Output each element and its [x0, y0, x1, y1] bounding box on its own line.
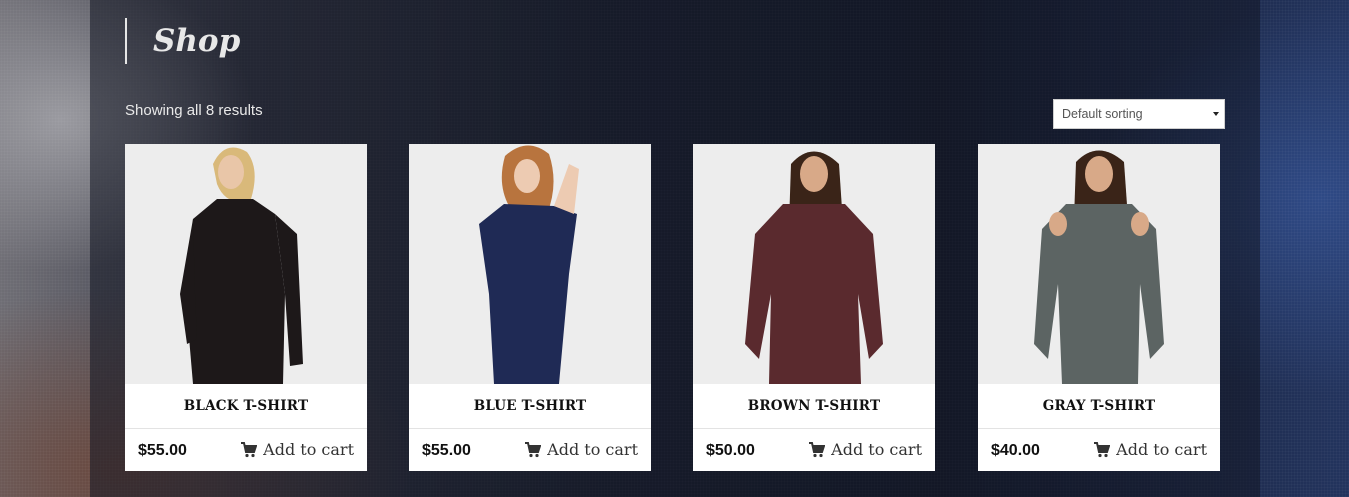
product-card-brown-t-shirt[interactable]: BROWN T-SHIRT $50.00 Add to cart: [693, 144, 935, 471]
product-name[interactable]: BLUE T-SHIRT: [409, 384, 651, 428]
product-price: $55.00: [422, 442, 471, 459]
add-to-cart-label: Add to cart: [547, 440, 638, 459]
add-to-cart-button[interactable]: Add to cart: [1094, 440, 1207, 459]
page-header: Shop: [125, 18, 240, 64]
shopping-cart-icon: [525, 441, 542, 457]
product-card-blue-t-shirt[interactable]: BLUE T-SHIRT $55.00 Add to cart: [409, 144, 651, 471]
page-title: Shop: [153, 23, 241, 59]
add-to-cart-label: Add to cart: [1116, 440, 1207, 459]
garment: [187, 199, 285, 384]
product-price: $50.00: [706, 442, 755, 459]
divider: [409, 428, 651, 429]
product-card-black-t-shirt[interactable]: BLACK T-SHIRT $55.00 Add to cart: [125, 144, 367, 471]
divider: [693, 428, 935, 429]
product-image[interactable]: [978, 144, 1220, 384]
sorting-select[interactable]: Default sorting: [1053, 99, 1225, 129]
product-image[interactable]: [409, 144, 651, 384]
add-to-cart-label: Add to cart: [263, 440, 354, 459]
divider: [978, 428, 1220, 429]
product-image[interactable]: [125, 144, 367, 384]
add-to-cart-label: Add to cart: [831, 440, 922, 459]
results-count: Showing all 8 results: [125, 102, 263, 119]
shopping-cart-icon: [809, 441, 826, 457]
product-name[interactable]: BLACK T-SHIRT: [125, 384, 367, 428]
shopping-cart-icon: [241, 441, 258, 457]
product-name[interactable]: BROWN T-SHIRT: [693, 384, 935, 428]
sorting-select-value: Default sorting: [1062, 107, 1143, 121]
shopping-cart-icon: [1094, 441, 1111, 457]
product-price: $40.00: [991, 442, 1040, 459]
product-price: $55.00: [138, 442, 187, 459]
product-image[interactable]: [693, 144, 935, 384]
add-to-cart-button[interactable]: Add to cart: [809, 440, 922, 459]
divider: [125, 428, 367, 429]
product-name[interactable]: GRAY T-SHIRT: [978, 384, 1220, 428]
add-to-cart-button[interactable]: Add to cart: [525, 440, 638, 459]
chevron-down-icon: [1213, 112, 1219, 116]
add-to-cart-button[interactable]: Add to cart: [241, 440, 354, 459]
product-card-gray-t-shirt[interactable]: GRAY T-SHIRT $40.00 Add to cart: [978, 144, 1220, 471]
